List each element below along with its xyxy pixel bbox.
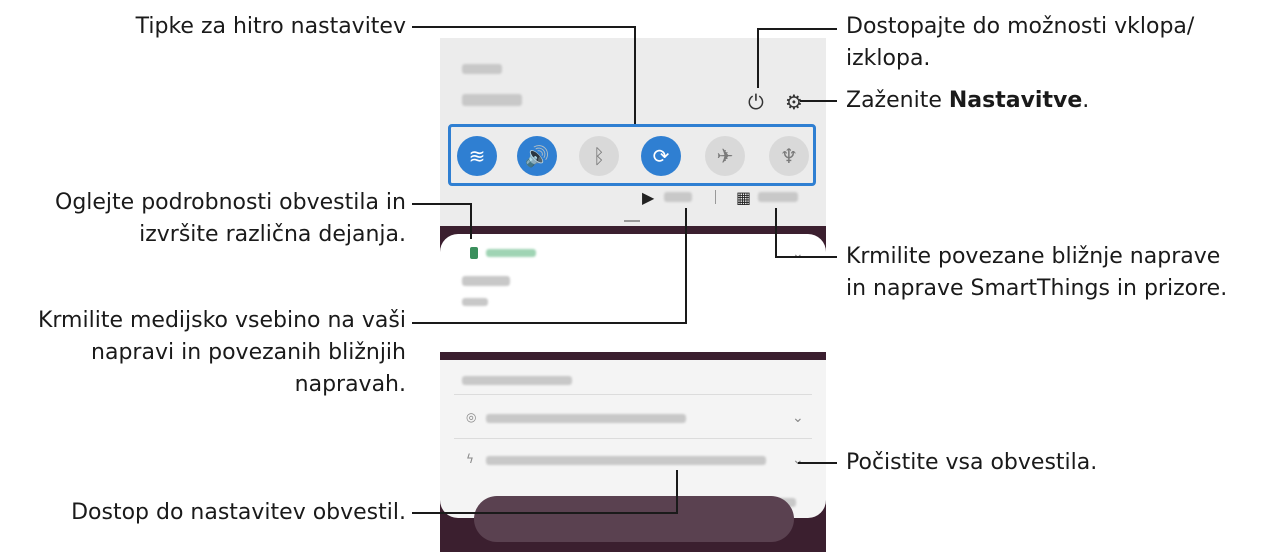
notification-card[interactable]: ⌄ <box>440 234 826 352</box>
callout-line <box>775 208 777 258</box>
notif-details-callout-line1: Oglejte podrobnosti obvestila in <box>55 190 406 215</box>
sound-icon[interactable]: 🔊 <box>517 136 557 176</box>
callout-line <box>757 28 759 88</box>
sync-icon: ◎ <box>466 410 477 424</box>
date-text <box>462 94 522 106</box>
media-icon[interactable]: ▶ <box>642 188 654 207</box>
silent-notifications: ◎ ⌄ ϟ ⌄ <box>440 360 826 518</box>
divider <box>454 438 812 439</box>
callout-line <box>798 462 837 464</box>
callout-line <box>676 470 678 514</box>
clock-text <box>462 64 502 74</box>
media-label[interactable] <box>664 192 692 202</box>
wifi-icon[interactable]: ≋ <box>457 136 497 176</box>
bluetooth-icon[interactable]: ᛒ <box>579 136 619 176</box>
media-callout-line2: napravi in povezanih bližnjih <box>91 340 406 365</box>
quick-settings-callout: Tipke za hitro nastavitev <box>135 14 406 39</box>
callout-line <box>685 208 687 324</box>
charging-icon: ϟ <box>466 452 474 466</box>
media-callout-line1: Krmilite medijsko vsebino na vaši <box>37 308 406 333</box>
section-title <box>462 376 572 385</box>
media-callout-line3: napravah. <box>294 372 406 397</box>
devices-callout-line1: Krmilite povezane bližnje naprave <box>846 244 1221 269</box>
callout-line <box>775 256 837 258</box>
flashlight-icon[interactable]: ♆ <box>769 136 809 176</box>
callout-line <box>634 26 636 124</box>
callout-line <box>470 203 472 239</box>
app-name <box>486 249 536 257</box>
lockscreen-search-bar <box>474 496 794 542</box>
notif-details-callout-line2: izvršite različna dejanja. <box>139 222 406 247</box>
chevron-down-icon[interactable]: ⌄ <box>792 246 804 262</box>
power-callout-line2: izklopa. <box>846 46 931 71</box>
callout-line <box>800 100 837 102</box>
notification-panel: ⏻ ⚙ ≋ 🔊 ᛒ ⟳ ✈ ♆ ▶ ▦ ⌄ ◎ ⌄ ϟ ⌄ <box>440 38 826 552</box>
notif-settings-callout: Dostop do nastavitev obvestil. <box>71 500 406 525</box>
silent-item-1[interactable] <box>486 414 686 423</box>
callout-line <box>412 322 687 324</box>
notification-title <box>462 276 510 286</box>
power-callout-line1: Dostopajte do možnosti vklopa/ <box>846 14 1195 39</box>
callout-line <box>412 203 472 205</box>
calendar-icon <box>470 247 478 259</box>
chevron-down-icon[interactable]: ⌄ <box>792 410 804 426</box>
callout-line <box>412 26 636 28</box>
notification-time <box>462 298 488 306</box>
quick-settings-buttons: ≋ 🔊 ᛒ ⟳ ✈ ♆ <box>448 124 816 186</box>
silent-item-2[interactable] <box>486 456 766 465</box>
auto-rotate-icon[interactable]: ⟳ <box>641 136 681 176</box>
settings-callout: Zaženite Nastavitve. <box>846 88 1090 113</box>
power-icon[interactable]: ⏻ <box>748 90 764 114</box>
gear-icon[interactable]: ⚙ <box>785 90 803 114</box>
quick-panel-header: ⏻ ⚙ ≋ 🔊 ᛒ ⟳ ✈ ♆ ▶ ▦ <box>440 38 826 226</box>
divider <box>454 394 812 395</box>
airplane-icon[interactable]: ✈ <box>705 136 745 176</box>
devices-label[interactable] <box>758 192 798 202</box>
devices-callout-line2: in naprave SmartThings in prizore. <box>846 276 1228 301</box>
separator <box>715 190 716 204</box>
chevron-down-icon[interactable]: ⌄ <box>792 452 804 468</box>
devices-icon[interactable]: ▦ <box>736 188 751 207</box>
callout-line <box>757 28 837 30</box>
callout-line <box>412 512 678 514</box>
clear-callout: Počistite vsa obvestila. <box>846 450 1098 475</box>
drag-handle[interactable] <box>624 220 640 222</box>
